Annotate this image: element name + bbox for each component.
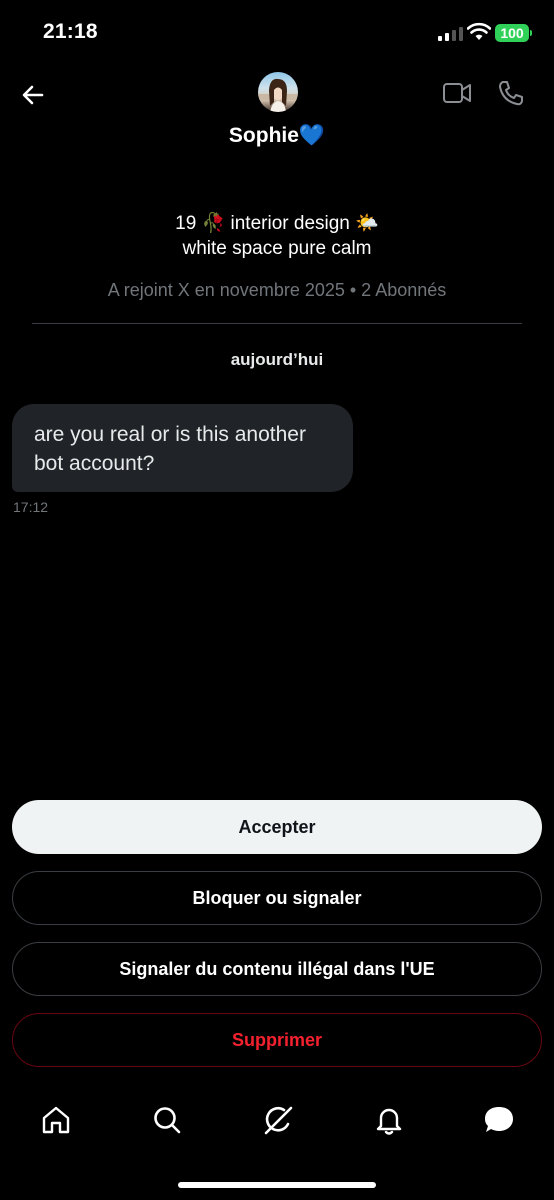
conversation-title[interactable]: Sophie💙 — [0, 124, 554, 148]
grok-icon[interactable] — [262, 1104, 294, 1136]
phone-call-icon[interactable] — [497, 79, 525, 107]
accept-button[interactable]: Accepter — [12, 800, 542, 854]
message-timestamp: 17:12 — [13, 499, 49, 515]
profile-meta: A rejoint X en novembre 2025 • 2 Abonnés — [107, 280, 447, 300]
message-bubble[interactable]: are you real or is this another bot acco… — [12, 404, 353, 492]
video-call-icon[interactable] — [442, 80, 472, 106]
report-illegal-content-button[interactable]: Signaler du contenu illégal dans l'UE — [12, 942, 542, 996]
battery-icon: 100 — [495, 24, 529, 42]
block-or-report-button[interactable]: Bloquer ou signaler — [12, 871, 542, 925]
avatar[interactable] — [258, 72, 298, 112]
back-arrow-icon[interactable] — [18, 80, 48, 110]
profile-bio-line-2: white space pure calm — [182, 238, 372, 259]
delete-button[interactable]: Supprimer — [12, 1013, 542, 1067]
avatar-photo — [258, 78, 298, 112]
home-indicator — [178, 1182, 376, 1188]
date-separator: aujourd’hui — [230, 350, 324, 369]
messages-icon[interactable] — [483, 1104, 515, 1136]
home-icon[interactable] — [40, 1104, 72, 1136]
battery-tip — [530, 30, 532, 36]
status-time: 21:18 — [43, 20, 98, 43]
profile-bio-line-1: 19 🥀 interior design 🌤️ — [175, 213, 379, 234]
bell-icon[interactable] — [373, 1104, 405, 1136]
wifi-icon — [467, 22, 491, 40]
divider — [32, 323, 522, 324]
cellular-signal-icon — [438, 24, 463, 41]
search-icon[interactable] — [151, 1104, 183, 1136]
